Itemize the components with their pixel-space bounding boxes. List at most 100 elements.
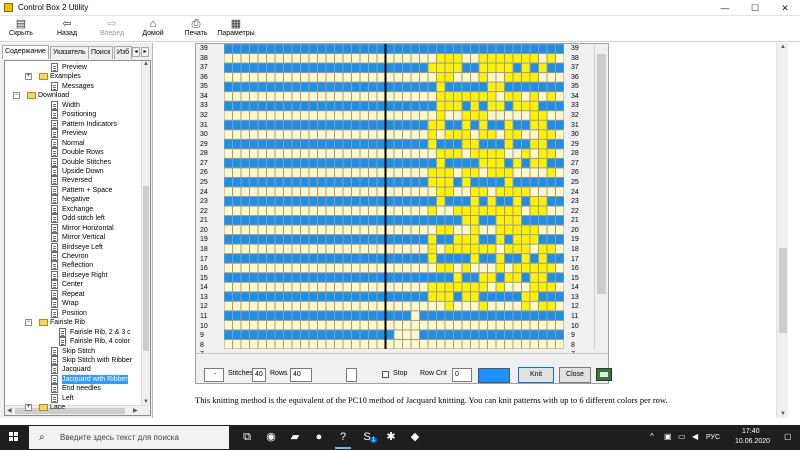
options-button[interactable]: ▦ Параметры <box>216 18 256 40</box>
stitch-cell[interactable] <box>318 273 326 282</box>
stitch-cell[interactable] <box>437 263 445 273</box>
stitch-cell[interactable] <box>377 92 386 101</box>
stitch-cell[interactable] <box>496 216 505 225</box>
stitch-cell[interactable] <box>445 235 454 244</box>
stitch-cell[interactable] <box>318 111 326 120</box>
stitch-cell[interactable] <box>241 177 250 187</box>
stitch-cell[interactable] <box>479 330 488 339</box>
stitch-cell[interactable] <box>335 282 343 292</box>
stitch-cell[interactable] <box>360 254 369 263</box>
stitch-cell[interactable] <box>233 235 241 244</box>
stitch-cell[interactable] <box>445 254 454 263</box>
stitch-cell[interactable] <box>343 197 352 206</box>
tree-item[interactable]: Fairisle Rib, 4 color <box>5 337 140 347</box>
stitch-cell[interactable] <box>275 216 284 225</box>
stitch-cell[interactable] <box>233 92 241 101</box>
stitch-cell[interactable] <box>318 216 326 225</box>
stitch-cell[interactable] <box>496 330 505 339</box>
stitch-cell[interactable] <box>250 120 258 130</box>
stitch-cell[interactable] <box>309 187 318 196</box>
stitch-cell[interactable] <box>411 311 420 320</box>
stitch-cell[interactable] <box>420 168 428 177</box>
stitch-cell[interactable] <box>275 225 284 235</box>
stitch-cell[interactable] <box>471 225 479 235</box>
stitch-cell[interactable] <box>496 206 505 216</box>
stitch-cell[interactable] <box>522 225 530 235</box>
tree-item[interactable]: Birdseye Right <box>5 270 140 280</box>
stitch-cell[interactable] <box>496 139 505 149</box>
stitch-cell[interactable] <box>352 187 360 196</box>
forward-button[interactable]: ⇨ Вперед <box>98 18 126 40</box>
stitch-cell[interactable] <box>343 206 352 216</box>
stitch-cell[interactable] <box>352 225 360 235</box>
stitch-cell[interactable] <box>241 225 250 235</box>
stitch-cell[interactable] <box>258 244 267 254</box>
stitch-cell[interactable] <box>258 311 267 320</box>
tree-item[interactable]: + Lace <box>5 403 140 412</box>
stitch-cell[interactable] <box>309 235 318 244</box>
stitch-cell[interactable] <box>454 282 462 292</box>
stitch-cell[interactable] <box>284 254 292 263</box>
stitch-cell[interactable] <box>377 149 386 158</box>
stitch-cell[interactable] <box>403 63 411 73</box>
stitch-cell[interactable] <box>530 197 539 206</box>
stitch-cell[interactable] <box>318 120 326 130</box>
stitch-cell[interactable] <box>343 320 352 330</box>
stitch-cell[interactable] <box>386 187 394 196</box>
stitch-cell[interactable] <box>284 282 292 292</box>
stitch-cell[interactable] <box>462 330 471 339</box>
stitch-cell[interactable] <box>335 101 343 111</box>
stitch-cell[interactable] <box>250 158 258 168</box>
volume-icon[interactable]: ◀ <box>692 432 698 441</box>
stitch-cell[interactable] <box>471 254 479 263</box>
stitch-cell[interactable] <box>530 320 539 330</box>
stitch-cell[interactable] <box>539 187 547 196</box>
stitch-cell[interactable] <box>284 301 292 311</box>
stitch-cell[interactable] <box>352 111 360 120</box>
stitch-cell[interactable] <box>301 82 309 92</box>
stitch-cell[interactable] <box>403 301 411 311</box>
stitch-cell[interactable] <box>479 149 488 158</box>
stitch-cell[interactable] <box>292 216 301 225</box>
stitch-cell[interactable] <box>267 197 275 206</box>
stitch-cell[interactable] <box>556 44 564 54</box>
stitch-cell[interactable] <box>522 330 530 339</box>
pattern-grid-svg[interactable] <box>224 44 564 349</box>
stitch-cell[interactable] <box>394 216 403 225</box>
stitch-cell[interactable] <box>513 177 522 187</box>
stitch-cell[interactable] <box>360 225 369 235</box>
stitch-cell[interactable] <box>241 120 250 130</box>
stitch-cell[interactable] <box>479 282 488 292</box>
stitch-cell[interactable] <box>530 73 539 82</box>
stitch-cell[interactable] <box>513 292 522 301</box>
stitch-cell[interactable] <box>301 330 309 339</box>
stitch-cell[interactable] <box>454 339 462 349</box>
stitch-cell[interactable] <box>488 149 496 158</box>
stitch-cell[interactable] <box>369 330 377 339</box>
stitch-cell[interactable] <box>352 92 360 101</box>
stitch-cell[interactable] <box>267 111 275 120</box>
stitch-cell[interactable] <box>309 177 318 187</box>
stitch-cell[interactable] <box>233 197 241 206</box>
collapse-icon[interactable]: − <box>13 92 20 100</box>
stitch-cell[interactable] <box>360 92 369 101</box>
stitch-cell[interactable] <box>284 111 292 120</box>
stitch-cell[interactable] <box>275 120 284 130</box>
stitch-cell[interactable] <box>420 130 428 139</box>
stitch-cell[interactable] <box>284 149 292 158</box>
stitch-cell[interactable] <box>479 320 488 330</box>
stitch-cell[interactable] <box>556 73 564 82</box>
tree-item[interactable]: Negative <box>5 195 140 205</box>
stitch-cell[interactable] <box>437 63 445 73</box>
stitch-cell[interactable] <box>360 101 369 111</box>
stitch-cell[interactable] <box>335 206 343 216</box>
stitch-cell[interactable] <box>292 320 301 330</box>
stitch-cell[interactable] <box>471 168 479 177</box>
stitch-cell[interactable] <box>292 311 301 320</box>
stitch-cell[interactable] <box>420 311 428 320</box>
expand-icon[interactable]: + <box>25 73 32 81</box>
stitch-cell[interactable] <box>462 235 471 244</box>
stitch-cell[interactable] <box>369 177 377 187</box>
stitch-cell[interactable] <box>326 301 335 311</box>
tree-vertical-scrollbar[interactable]: ▲ ▼ <box>141 61 150 405</box>
